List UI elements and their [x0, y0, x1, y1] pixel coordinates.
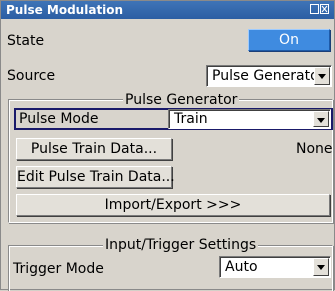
pulse-mode-select[interactable]: Train	[168, 109, 331, 129]
state-label: State	[7, 33, 45, 49]
pulse-modulation-dialog: Pulse Modulation State On Source Pulse G…	[0, 0, 335, 291]
source-value: Pulse Generator	[212, 68, 325, 84]
pulse-generator-group-title: Pulse Generator	[123, 92, 240, 108]
edit-pulse-train-data-button[interactable]: Edit Pulse Train Data...	[16, 166, 175, 188]
pulse-mode-label: Pulse Mode	[19, 111, 99, 127]
trigger-settings-group-title: Input/Trigger Settings	[103, 237, 259, 253]
window-title: Pulse Modulation	[6, 3, 124, 17]
trigger-mode-select[interactable]: Auto	[219, 256, 331, 278]
chevron-down-icon[interactable]	[313, 111, 329, 127]
chevron-down-icon[interactable]	[313, 258, 329, 276]
pulse-train-data-status: None	[296, 141, 333, 157]
trigger-mode-value: Auto	[225, 259, 258, 275]
title-bar-icons	[310, 4, 330, 16]
source-label: Source	[7, 68, 56, 84]
pulse-train-data-button[interactable]: Pulse Train Data...	[16, 138, 172, 160]
close-icon[interactable]	[320, 4, 329, 14]
pulse-mode-value: Train	[174, 111, 208, 127]
source-select[interactable]: Pulse Generator	[206, 65, 332, 87]
chevron-down-icon[interactable]	[314, 67, 330, 85]
import-export-button[interactable]: Import/Export >>>	[16, 194, 330, 216]
state-on-button[interactable]: On	[248, 29, 330, 51]
title-bar: Pulse Modulation	[1, 1, 334, 19]
trigger-mode-label: Trigger Mode	[13, 261, 104, 277]
minimize-icon[interactable]	[310, 4, 319, 14]
